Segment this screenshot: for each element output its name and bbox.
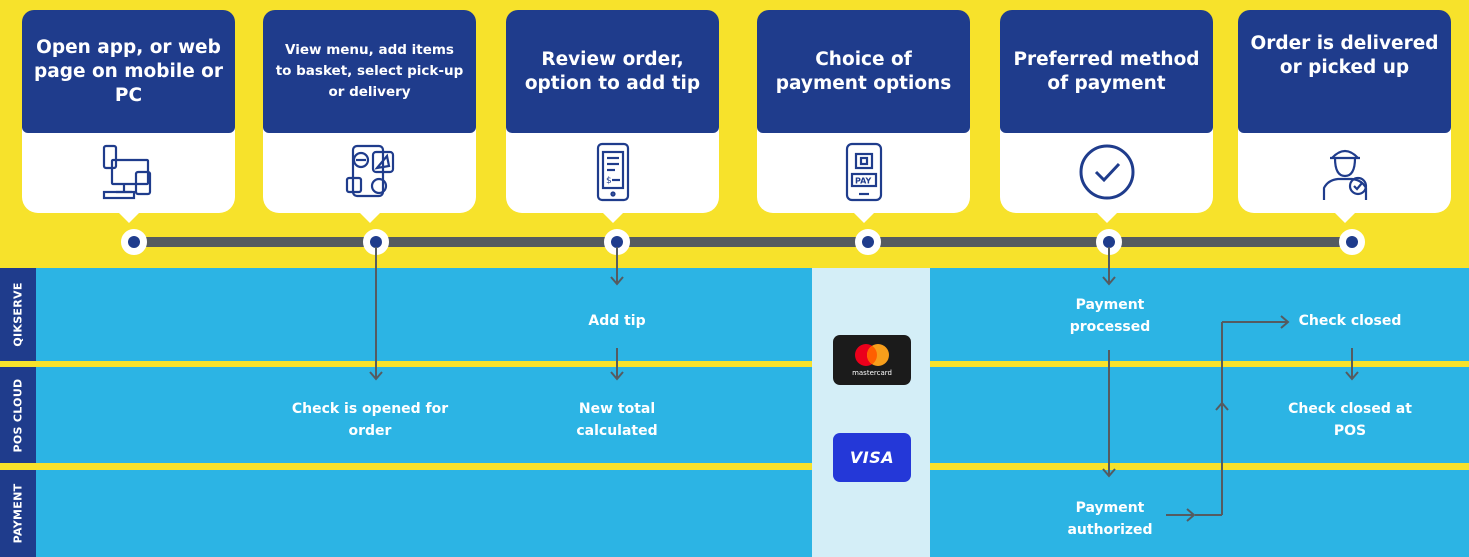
- checkmark-circle-icon: [1079, 144, 1134, 199]
- flow-check-closed-pos: Check closed at POS: [1288, 401, 1412, 439]
- step-title: Preferred method of payment: [1000, 10, 1213, 133]
- flow-add-tip: Add tip: [588, 313, 646, 329]
- menu-basket-icon: [345, 144, 394, 197]
- step-card-3: Review order, option to add tip $: [506, 10, 719, 223]
- step-title: Open app, or web page on mobile or PC: [22, 10, 235, 133]
- svg-text:PAY: PAY: [855, 176, 872, 185]
- svg-text:$: $: [606, 176, 612, 186]
- flow-new-total: New total calculated: [576, 401, 658, 439]
- flow-check-opened: Check is opened for order: [291, 401, 449, 439]
- flow-payment-processed: Payment processed: [1069, 297, 1151, 335]
- step-title: View menu, add items to basket, select p…: [263, 10, 476, 133]
- receipt-phone-icon: $: [596, 142, 629, 201]
- visa-logo: VISA: [833, 433, 911, 482]
- step-card-2: View menu, add items to basket, select p…: [263, 10, 476, 223]
- step-card-1: Open app, or web page on mobile or PC: [22, 10, 235, 223]
- step-card-5: Preferred method of payment: [1000, 10, 1213, 223]
- devices-icon: [102, 144, 151, 199]
- step-title: Choice of payment options: [757, 10, 970, 133]
- step-title: Review order, option to add tip: [506, 10, 719, 133]
- flow-payment-authorized: Payment authorized: [1067, 500, 1153, 538]
- step-title: Order is delivered or picked up: [1238, 10, 1451, 133]
- mastercard-logo: mastercard: [833, 335, 911, 385]
- step-card-6: Order is delivered or picked up: [1238, 10, 1451, 223]
- phone-pay-icon: PAY: [845, 142, 882, 201]
- flow-check-closed: Check closed: [1298, 313, 1402, 329]
- courier-icon: [1322, 149, 1367, 200]
- step-card-4: Choice of payment options PAY: [757, 10, 970, 223]
